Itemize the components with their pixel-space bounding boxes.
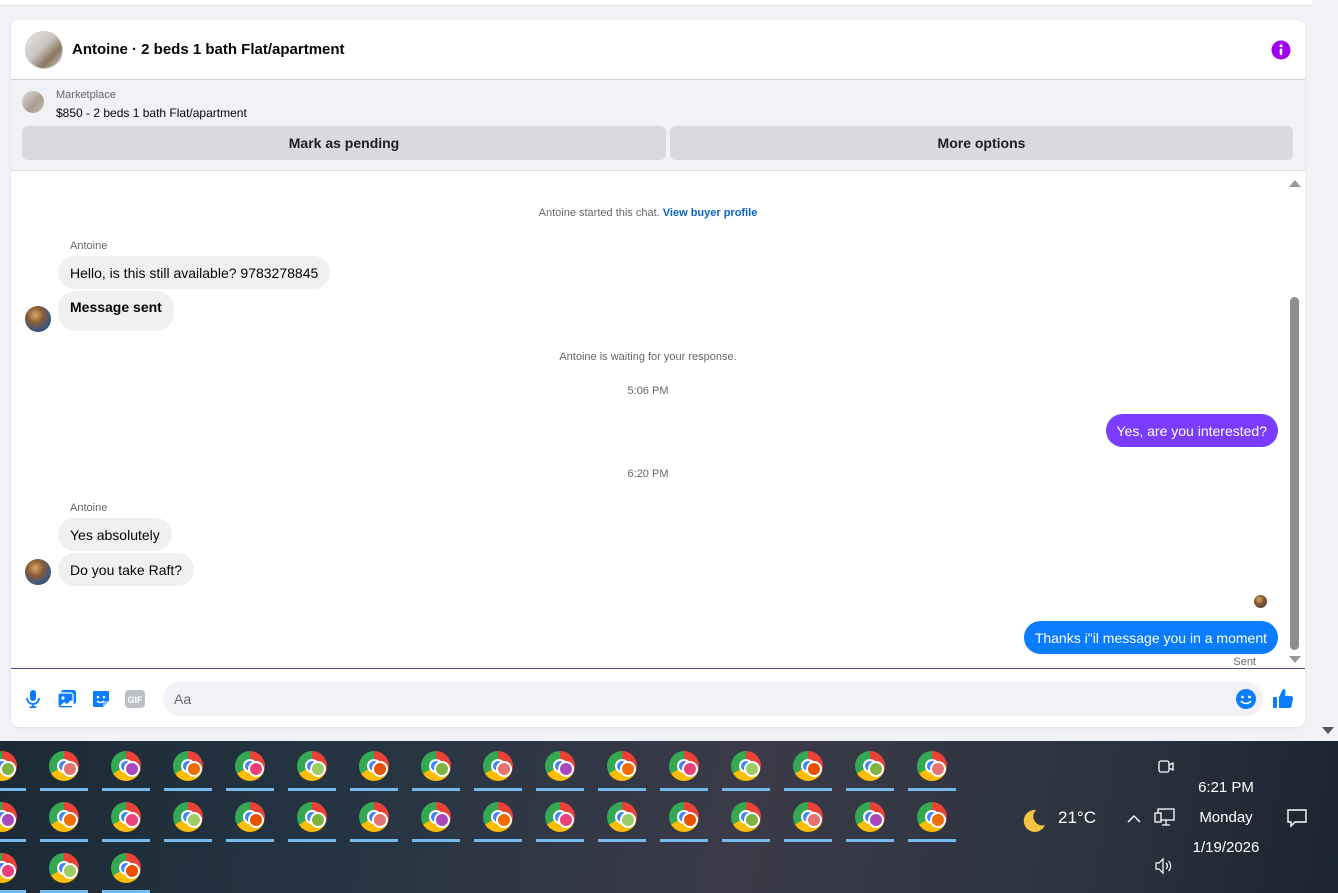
moon-icon[interactable]	[1019, 807, 1047, 835]
listing-category: Marketplace	[56, 89, 116, 101]
temperature[interactable]: 21°C	[1058, 808, 1096, 828]
top-border	[0, 0, 1312, 6]
meet-now-icon[interactable]	[1157, 757, 1175, 775]
chrome-profile-icon[interactable]	[40, 794, 88, 842]
chrome-profile-icon[interactable]	[0, 794, 26, 842]
photo-icon[interactable]	[55, 687, 79, 711]
sender-name: Antoine	[70, 240, 108, 252]
chat-started-text: Antoine started this chat.	[538, 207, 660, 219]
listing-banner: Marketplace $850 - 2 beds 1 bath Flat/ap…	[11, 80, 1305, 171]
chrome-profile-icon[interactable]	[102, 743, 150, 791]
chrome-profile-icon[interactable]	[102, 794, 150, 842]
emoji-icon[interactable]	[1235, 688, 1257, 710]
scroll-down-arrow-icon[interactable]	[1289, 656, 1301, 663]
avatar[interactable]	[25, 306, 51, 332]
sender-name: Antoine	[70, 502, 108, 514]
avatar[interactable]	[25, 559, 51, 585]
chrome-profile-icon[interactable]	[846, 743, 894, 791]
chrome-profile-icon[interactable]	[474, 794, 522, 842]
message-status: Sent	[1233, 656, 1256, 668]
seen-avatar	[1254, 595, 1267, 608]
gif-label: GIF	[128, 695, 144, 705]
chat-title[interactable]: Antoine · 2 beds 1 bath Flat/apartment	[72, 41, 1271, 58]
listing-price-title[interactable]: $850 - 2 beds 1 bath Flat/apartment	[56, 106, 247, 120]
volume-icon[interactable]	[1154, 857, 1174, 875]
chrome-profile-icon[interactable]	[598, 794, 646, 842]
clock-time[interactable]: 6:21 PM	[1186, 779, 1266, 796]
chat-window: Antoine · 2 beds 1 bath Flat/apartment M…	[11, 20, 1305, 727]
incoming-message[interactable]: Yes absolutely	[58, 518, 172, 551]
chat-header: Antoine · 2 beds 1 bath Flat/apartment	[11, 20, 1305, 80]
listing-thumbnail[interactable]	[22, 91, 44, 113]
chrome-profile-icon[interactable]	[350, 743, 398, 791]
message-input-wrapper	[163, 681, 1263, 716]
chrome-profile-icon[interactable]	[660, 743, 708, 791]
chrome-profile-icon[interactable]	[226, 794, 274, 842]
info-icon[interactable]	[1271, 40, 1291, 60]
chrome-profile-icon[interactable]	[0, 743, 26, 791]
chrome-profile-icon[interactable]	[412, 743, 460, 791]
chevron-up-icon[interactable]	[1126, 811, 1142, 827]
incoming-message[interactable]: Do you take Raft?	[58, 553, 195, 586]
mark-as-pending-button[interactable]: Mark as pending	[22, 126, 666, 160]
chrome-profile-icon[interactable]	[0, 845, 26, 893]
chrome-profile-icon[interactable]	[722, 794, 770, 842]
listing-avatar[interactable]	[25, 30, 63, 69]
timestamp: 6:20 PM	[627, 468, 669, 480]
chrome-profile-icon[interactable]	[474, 743, 522, 791]
more-options-button[interactable]: More options	[670, 126, 1293, 160]
chrome-profile-icon[interactable]	[164, 794, 212, 842]
chrome-profile-icon[interactable]	[722, 743, 770, 791]
chrome-profile-icon[interactable]	[660, 794, 708, 842]
microphone-icon[interactable]	[21, 687, 45, 711]
chrome-profile-icon[interactable]	[102, 845, 150, 893]
chrome-profile-icon[interactable]	[908, 743, 956, 791]
incoming-message[interactable]: Message sent	[58, 291, 174, 331]
gif-icon[interactable]: GIF	[123, 687, 147, 711]
message-scrollbar[interactable]	[1289, 180, 1301, 663]
chrome-profile-icon[interactable]	[536, 794, 584, 842]
network-icon[interactable]	[1154, 807, 1176, 827]
notification-icon[interactable]	[1286, 807, 1308, 829]
clock-day[interactable]: Monday	[1186, 809, 1266, 826]
message-list[interactable]: Antoine started this chat. View buyer pr…	[11, 172, 1305, 669]
chrome-profile-icon[interactable]	[350, 794, 398, 842]
chrome-profile-icon[interactable]	[288, 794, 336, 842]
thumbs-up-icon[interactable]	[1271, 687, 1295, 711]
chrome-profile-icon[interactable]	[598, 743, 646, 791]
scroll-up-arrow-icon[interactable]	[1289, 180, 1301, 187]
chrome-profile-icon[interactable]	[784, 794, 832, 842]
sticker-icon[interactable]	[89, 687, 113, 711]
chrome-profile-icon[interactable]	[412, 794, 460, 842]
message-input[interactable]	[163, 681, 1235, 716]
chat-started-note: Antoine started this chat. View buyer pr…	[11, 207, 1285, 219]
scrollbar-thumb[interactable]	[1290, 297, 1299, 650]
waiting-note: Antoine is waiting for your response.	[559, 351, 737, 363]
clock-date[interactable]: 1/19/2026	[1180, 839, 1272, 856]
timestamp: 5:06 PM	[627, 385, 669, 397]
chrome-profile-icon[interactable]	[288, 743, 336, 791]
outgoing-message[interactable]: Thanks i"il message you in a moment	[1023, 621, 1278, 654]
chrome-profile-icon[interactable]	[536, 743, 584, 791]
chrome-profile-icon[interactable]	[846, 794, 894, 842]
chrome-profile-icon[interactable]	[40, 743, 88, 791]
page-scroll-down-arrow-icon[interactable]	[1322, 727, 1334, 734]
chrome-profile-icon[interactable]	[908, 794, 956, 842]
outgoing-message[interactable]: Yes, are you interested?	[1105, 414, 1278, 447]
chrome-profile-icon[interactable]	[784, 743, 832, 791]
incoming-message[interactable]: Hello, is this still available? 97832788…	[58, 256, 331, 289]
chrome-profile-icon[interactable]	[226, 743, 274, 791]
view-buyer-profile-link[interactable]: View buyer profile	[663, 207, 758, 219]
chrome-profile-icon[interactable]	[164, 743, 212, 791]
message-composer: GIF	[11, 670, 1305, 727]
chrome-profile-icon[interactable]	[40, 845, 88, 893]
windows-taskbar: 21°C 6:21 PM Monday 1/19/2026	[0, 741, 1338, 893]
